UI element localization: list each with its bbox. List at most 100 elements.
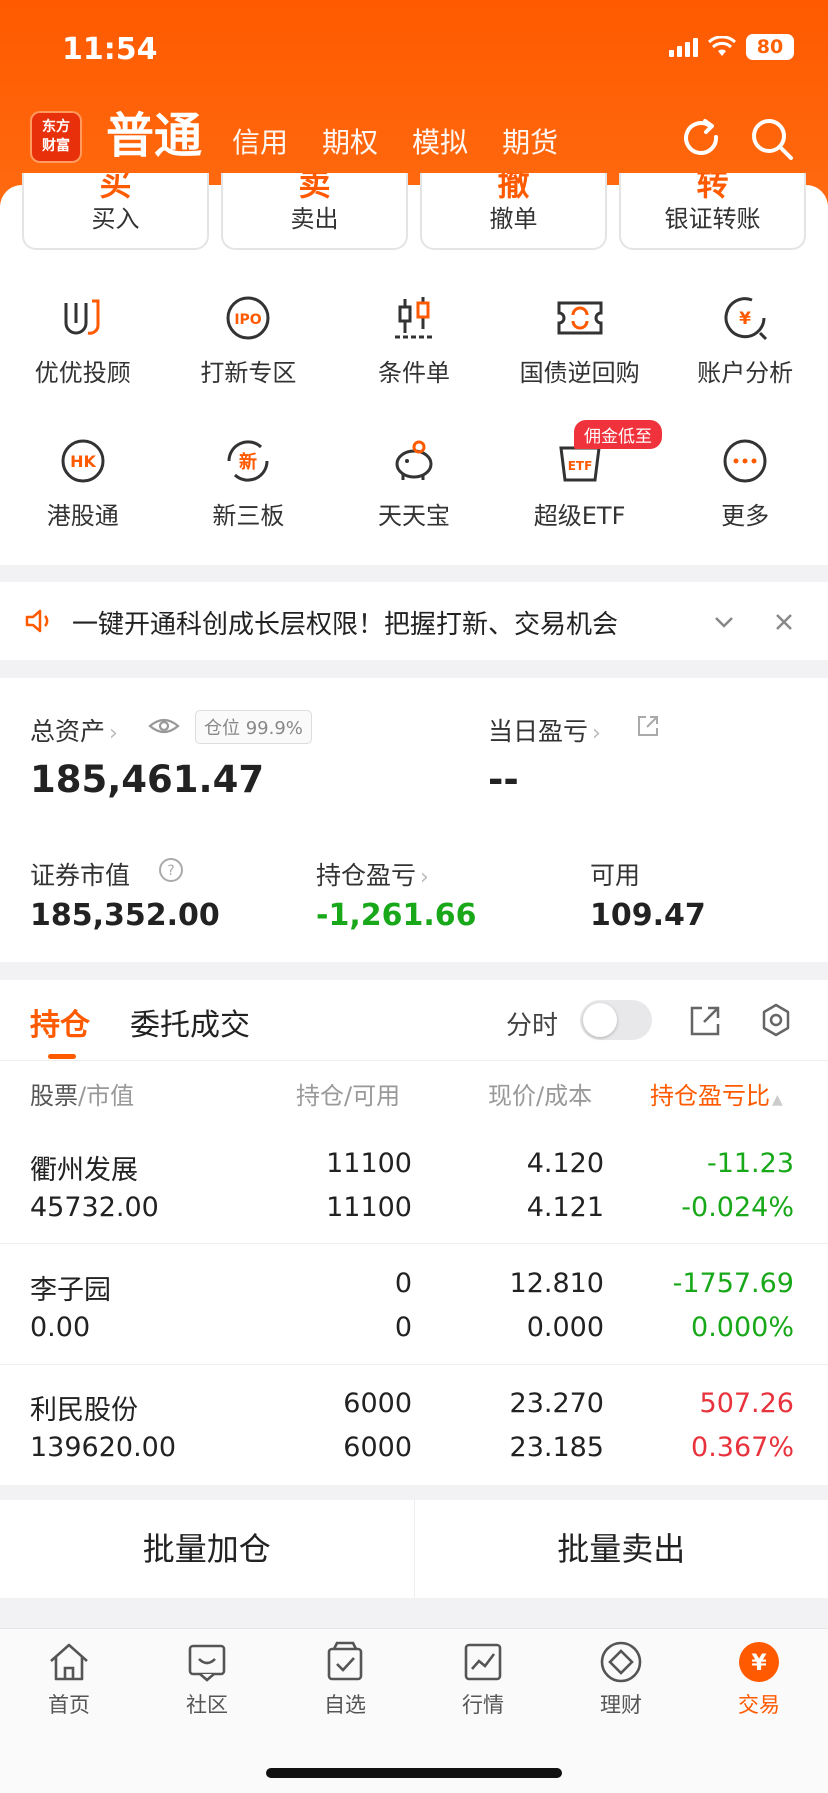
feature-repo[interactable]: 国债逆回购 <box>497 285 663 428</box>
tab-regular[interactable]: 普通 <box>106 108 202 164</box>
col-header-stock: 股票/市值 <box>30 1082 135 1110</box>
feature-conditional-order[interactable]: 条件单 <box>331 285 497 428</box>
sell-button[interactable]: 卖卖出 <box>221 173 408 250</box>
svg-text:ETF: ETF <box>567 459 592 473</box>
bank-transfer-button[interactable]: 转银证转账 <box>619 173 806 250</box>
feature-advisor[interactable]: 优优投顾 <box>0 285 166 428</box>
wifi-icon <box>708 36 736 56</box>
tab-holdings[interactable]: 持仓 <box>30 1000 90 1044</box>
svg-text:¥: ¥ <box>751 1651 767 1676</box>
ipo-icon: IPO <box>226 296 270 340</box>
position-ratio-tag: 仓位 99.9% <box>195 710 312 744</box>
stock-available: 6000 <box>343 1432 412 1463</box>
tab-margin[interactable]: 信用 <box>232 122 288 164</box>
more-icon <box>723 439 767 483</box>
brand-logo: 东方 财富 <box>32 113 80 161</box>
stock-price: 12.810 <box>509 1268 604 1299</box>
notice-bar[interactable]: 一键开通科创成长层权限！把握打新、交易机会 <box>0 582 828 660</box>
svg-text:新: 新 <box>239 451 257 473</box>
settings-gear-icon[interactable] <box>758 1002 794 1038</box>
market-icon <box>464 1643 502 1681</box>
account-type-tabs: 普通 信用 期权 模拟 期货 <box>106 108 592 164</box>
feature-account-analysis[interactable]: ¥ 账户分析 <box>662 285 828 428</box>
status-time: 11:54 <box>62 32 158 67</box>
nav-wealth[interactable]: 理财 <box>552 1639 690 1719</box>
total-assets-link[interactable]: 总资产 › <box>30 712 118 748</box>
sort-icon: ▲ <box>772 1092 783 1108</box>
stock-pl-pct: 0.000% <box>691 1312 794 1343</box>
feature-tiantianbao[interactable]: 天天宝 <box>331 428 497 571</box>
cellular-signal-icon <box>669 37 698 57</box>
share-icon[interactable] <box>636 714 660 738</box>
stock-cost: 23.185 <box>509 1432 604 1463</box>
nav-watchlist[interactable]: 自选 <box>276 1639 414 1719</box>
nav-trade[interactable]: ¥ 交易 <box>690 1639 828 1719</box>
batch-sell-button[interactable]: 批量卖出 <box>415 1500 828 1598</box>
stock-position: 0 <box>394 1268 412 1299</box>
total-assets-value: 185,461.47 <box>30 758 265 801</box>
intraday-label: 分时 <box>506 1011 559 1041</box>
nav-market[interactable]: 行情 <box>414 1639 552 1719</box>
svg-text:?: ? <box>167 863 174 879</box>
eye-icon[interactable] <box>148 714 180 738</box>
svg-text:IPO: IPO <box>235 312 262 328</box>
trade-panel: 买买入 卖卖出 撤撤单 转银证转账 优优投顾 IPO 打新专区 条件单 国债逆回… <box>0 173 828 565</box>
svg-text:¥: ¥ <box>739 309 751 329</box>
tab-simulation[interactable]: 模拟 <box>412 122 468 164</box>
col-header-price: 现价/成本 <box>488 1082 593 1110</box>
batch-actions: 批量加仓 批量卖出 <box>0 1500 828 1598</box>
daily-pl-value: -- <box>488 758 519 801</box>
stock-position: 11100 <box>326 1148 412 1179</box>
stock-name: 李子园 <box>30 1275 111 1306</box>
hk-icon: HK <box>61 439 105 483</box>
close-icon[interactable] <box>772 610 796 634</box>
nav-home[interactable]: 首页 <box>0 1639 138 1719</box>
feature-ipo[interactable]: IPO 打新专区 <box>166 285 332 428</box>
stock-price: 23.270 <box>509 1388 604 1419</box>
trade-buttons: 买买入 卖卖出 撤撤单 转银证转账 <box>0 173 828 250</box>
piggy-bank-icon <box>395 440 433 480</box>
daily-pl-link[interactable]: 当日盈亏 › <box>488 712 601 748</box>
batch-add-button[interactable]: 批量加仓 <box>0 1500 414 1598</box>
nav-community[interactable]: 社区 <box>138 1639 276 1719</box>
home-indicator <box>266 1768 562 1778</box>
col-header-position: 持仓/可用 <box>296 1082 401 1110</box>
stock-market-value: 139620.00 <box>30 1432 177 1463</box>
feature-more[interactable]: 更多 <box>662 428 828 571</box>
candlestick-icon <box>394 297 433 339</box>
advisor-icon <box>64 299 100 335</box>
stock-available: 11100 <box>326 1192 412 1223</box>
tab-futures[interactable]: 期货 <box>502 122 558 164</box>
feature-super-etf[interactable]: ETF 超级ETF <box>497 428 663 571</box>
help-icon[interactable]: ? <box>158 857 184 883</box>
notice-text[interactable]: 一键开通科创成长层权限！把握打新、交易机会 <box>72 604 618 641</box>
active-tab-indicator <box>48 1054 76 1059</box>
col-header-pl-ratio[interactable]: 持仓盈亏比 ▲ <box>650 1076 783 1111</box>
stock-price: 4.120 <box>526 1148 604 1179</box>
refresh-icon[interactable] <box>678 115 726 163</box>
chevron-right-icon: › <box>109 721 118 746</box>
search-icon[interactable] <box>748 115 796 163</box>
buy-button[interactable]: 买买入 <box>22 173 209 250</box>
available-label: 可用 <box>590 861 641 890</box>
export-icon[interactable] <box>688 1004 722 1038</box>
repo-icon <box>557 301 603 335</box>
market-value: 185,352.00 <box>30 898 220 933</box>
feature-hk-connect[interactable]: HK 港股通 <box>0 428 166 571</box>
chevron-down-icon[interactable] <box>712 610 736 634</box>
svg-text:HK: HK <box>70 452 96 471</box>
commission-promo-badge: 佣金低至 <box>574 420 662 449</box>
holding-pl-link[interactable]: 持仓盈亏 › <box>316 856 429 892</box>
wealth-icon <box>600 1641 642 1683</box>
community-icon <box>188 1644 226 1682</box>
tab-orders[interactable]: 委托成交 <box>130 1000 250 1044</box>
stock-pl: -11.23 <box>706 1148 794 1179</box>
intraday-toggle[interactable] <box>580 1000 652 1040</box>
stock-name: 衢州发展 <box>30 1155 138 1186</box>
tab-options[interactable]: 期权 <box>322 122 378 164</box>
stock-pl: 507.26 <box>699 1388 794 1419</box>
stock-name: 利民股份 <box>30 1395 138 1426</box>
feature-new-third-board[interactable]: 新 新三板 <box>166 428 332 571</box>
cancel-order-button[interactable]: 撤撤单 <box>420 173 607 250</box>
new-third-board-icon: 新 <box>227 440 269 482</box>
